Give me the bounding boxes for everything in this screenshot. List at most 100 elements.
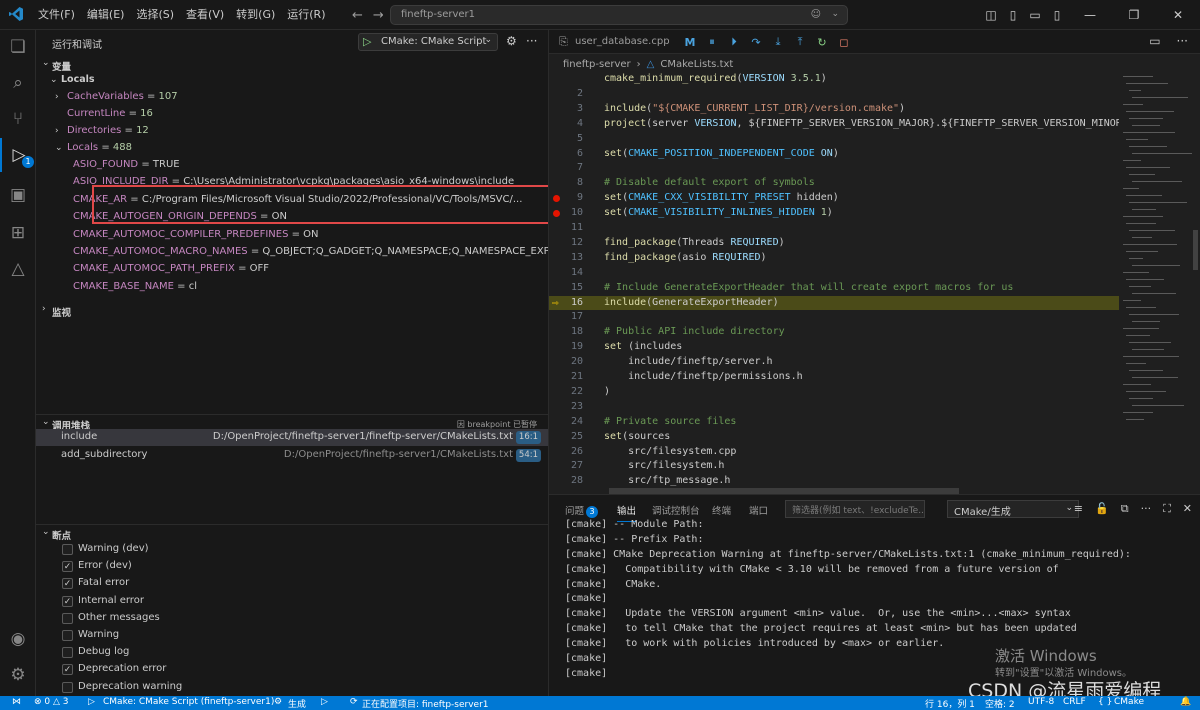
cmake-icon[interactable]: △ bbox=[0, 252, 36, 286]
breakpoint-item[interactable]: Other messages bbox=[36, 610, 548, 627]
more-icon[interactable]: ··· bbox=[526, 34, 537, 48]
back-arrow-icon[interactable]: ← bbox=[352, 8, 363, 23]
breakpoint-checkbox[interactable] bbox=[62, 647, 73, 659]
restore-icon[interactable]: ❐ bbox=[1112, 8, 1156, 22]
indentation[interactable]: 空格: 2 bbox=[985, 697, 1015, 710]
settings-gear-icon[interactable]: ⚙ bbox=[0, 658, 36, 692]
breakpoint-item[interactable]: Deprecation warning bbox=[36, 679, 548, 696]
chevron-down-icon[interactable]: ⌄ bbox=[484, 35, 492, 45]
breakpoint-checkbox[interactable] bbox=[62, 630, 73, 641]
continue-icon[interactable]: ⏵ bbox=[727, 35, 741, 49]
breadcrumb-file[interactable]: CMakeLists.txt bbox=[660, 59, 733, 70]
notifications-icon[interactable]: 🔔 bbox=[1180, 697, 1191, 707]
chevron-down-icon[interactable]: ⌄ bbox=[831, 9, 839, 19]
gear-icon[interactable]: ⚙ bbox=[506, 34, 517, 48]
code-view[interactable]: cmake_minimum_required(VERSION 3.5.1) 2 3 i… bbox=[549, 72, 1119, 494]
more-icon[interactable]: ··· bbox=[1141, 502, 1152, 516]
pause-icon[interactable]: ⏸ bbox=[705, 35, 719, 49]
close-icon[interactable]: ✕ bbox=[1156, 8, 1200, 22]
output-filter-input[interactable]: 筛选器(例如 text、!excludeTe... bbox=[785, 500, 925, 518]
output-channel-select[interactable]: CMake/生成 ⌄ bbox=[947, 500, 1079, 518]
local-variable-row[interactable]: CMAKE_AUTOMOC_PATH_PREFIX = OFF bbox=[36, 261, 548, 278]
toggle-panel-icon[interactable]: ▭ bbox=[1024, 8, 1046, 22]
split-editor-icon[interactable]: ▭ bbox=[1149, 34, 1160, 48]
run-config-select[interactable]: ▷ CMake: CMake Script ⌄ bbox=[358, 33, 498, 51]
explorer-icon[interactable]: ❏ bbox=[0, 30, 36, 64]
breakpoint-item[interactable]: ✓ Fatal error bbox=[36, 575, 548, 592]
callstack-frame[interactable]: include D:/OpenProject/fineftp-server1/fi… bbox=[36, 429, 548, 446]
debug-icon[interactable]: ▷ bbox=[88, 697, 95, 707]
command-center-search[interactable]: fineftp-server1 ☺ ⌄ bbox=[390, 5, 848, 25]
drag-handle-icon[interactable]: M bbox=[683, 36, 697, 49]
variable-row[interactable]: CurrentLine = 16 bbox=[36, 106, 548, 123]
panel-tab[interactable]: 端口 bbox=[749, 503, 768, 517]
step-into-icon[interactable]: ⤓ bbox=[771, 35, 785, 49]
local-variable-row[interactable]: CMAKE_BASE_NAME = cl bbox=[36, 279, 548, 296]
watch-section-header[interactable]: › 监视 bbox=[36, 302, 548, 320]
run-icon[interactable]: ▷ bbox=[321, 697, 328, 707]
source-control-icon[interactable]: ⑂ bbox=[0, 102, 36, 136]
minimize-icon[interactable]: — bbox=[1068, 8, 1112, 22]
menu-item[interactable]: 选择(S) bbox=[130, 0, 180, 30]
breakpoint-checkbox[interactable]: ✓ bbox=[62, 578, 73, 590]
panel-tab[interactable]: 调试控制台 bbox=[652, 503, 700, 517]
breakpoint-item[interactable]: ✓ Internal error bbox=[36, 593, 548, 610]
search-icon[interactable]: ⌕ bbox=[0, 66, 36, 100]
remote-icon[interactable]: ⋈ bbox=[12, 697, 21, 707]
encoding[interactable]: UTF-8 bbox=[1028, 697, 1054, 707]
breakpoint-checkbox[interactable] bbox=[62, 612, 73, 624]
layout-panel-icon[interactable]: ◫ bbox=[980, 8, 1002, 22]
close-panel-icon[interactable]: ✕ bbox=[1183, 502, 1192, 516]
account-icon[interactable]: ◉ bbox=[0, 622, 36, 656]
menu-item[interactable]: 编辑(E) bbox=[81, 0, 131, 30]
minimap[interactable] bbox=[1119, 72, 1192, 494]
breakpoint-item[interactable]: ✓ Deprecation error bbox=[36, 661, 548, 678]
breakpoint-checkbox[interactable] bbox=[62, 681, 73, 693]
panel-tab[interactable]: 问题 3 bbox=[565, 503, 599, 518]
extensions-icon[interactable]: ⊞ bbox=[0, 216, 36, 250]
local-variable-row[interactable]: ASIO_FOUND = TRUE bbox=[36, 157, 548, 174]
breakpoint-checkbox[interactable] bbox=[62, 544, 73, 555]
run-debug-icon[interactable]: ▷ 1 bbox=[0, 138, 36, 172]
clear-output-icon[interactable]: ≡ bbox=[1074, 502, 1083, 516]
build-status[interactable]: 生成 bbox=[288, 697, 306, 710]
build-gear-icon[interactable]: ⚙ bbox=[274, 697, 282, 707]
breadcrumb-folder[interactable]: fineftp-server bbox=[563, 59, 631, 70]
step-over-icon[interactable]: ↷ bbox=[749, 36, 763, 49]
step-out-icon[interactable]: ⤒ bbox=[793, 35, 807, 49]
editor-scrollbar[interactable] bbox=[1193, 230, 1198, 270]
breakpoint-checkbox[interactable]: ✓ bbox=[62, 561, 73, 573]
variable-row[interactable]: ⌄ Locals = 488 bbox=[36, 140, 548, 157]
maximize-panel-icon[interactable]: ⛶ bbox=[1163, 502, 1171, 516]
tab-user-database[interactable]: ⎘ user_database.cpp bbox=[549, 30, 679, 54]
variable-row[interactable]: › Directories = 12 bbox=[36, 123, 548, 140]
debug-config-status[interactable]: CMake: CMake Script (fineftp-server1) bbox=[103, 697, 274, 707]
variable-row[interactable]: › CacheVariables = 107 bbox=[36, 89, 548, 106]
problems-status[interactable]: ⊗ 0 △ 3 bbox=[34, 697, 69, 707]
local-variable-row[interactable]: CMAKE_AUTOMOC_MACRO_NAMES = Q_OBJECT;Q_G… bbox=[36, 244, 548, 261]
callstack-frame[interactable]: add_subdirectory D:/OpenProject/fineftp-s… bbox=[36, 447, 548, 464]
breakpoint-checkbox[interactable]: ✓ bbox=[62, 595, 73, 607]
breakpoint-item[interactable]: Warning bbox=[36, 627, 548, 644]
toggle-secondary-sidebar-icon[interactable]: ▯ bbox=[1046, 8, 1068, 22]
menu-item[interactable]: 查看(V) bbox=[180, 0, 230, 30]
breakpoint-item[interactable]: ✓ Error (dev) bbox=[36, 558, 548, 575]
language-mode[interactable]: CMake bbox=[1114, 697, 1144, 707]
menu-item[interactable]: 转到(G) bbox=[230, 0, 281, 30]
locals-scope[interactable]: ⌄ Locals bbox=[36, 72, 548, 89]
restart-icon[interactable]: ↻ bbox=[815, 36, 829, 49]
more-icon[interactable]: ··· bbox=[1177, 34, 1188, 48]
breakpoint-item[interactable]: Warning (dev) bbox=[36, 541, 548, 558]
lock-icon[interactable]: 🔓 bbox=[1095, 502, 1109, 516]
stop-icon[interactable]: ◻ bbox=[837, 36, 851, 49]
breakpoint-item[interactable]: Debug log bbox=[36, 644, 548, 661]
cursor-position[interactable]: 行 16，列 1 bbox=[925, 697, 975, 710]
open-editor-icon[interactable]: ⧉ bbox=[1121, 502, 1129, 516]
local-variable-row[interactable]: CMAKE_AUTOMOC_COMPILER_PREDEFINES = ON bbox=[36, 227, 548, 244]
remote-explorer-icon[interactable]: ▣ bbox=[0, 178, 36, 212]
menu-item[interactable]: 文件(F) bbox=[32, 0, 81, 30]
menu-item[interactable]: 运行(R) bbox=[281, 0, 331, 30]
copilot-icon[interactable]: ☺ bbox=[811, 9, 821, 20]
breakpoints-section-header[interactable]: ⌄ 断点 bbox=[36, 524, 548, 542]
start-debug-icon[interactable]: ▷ bbox=[363, 35, 371, 48]
